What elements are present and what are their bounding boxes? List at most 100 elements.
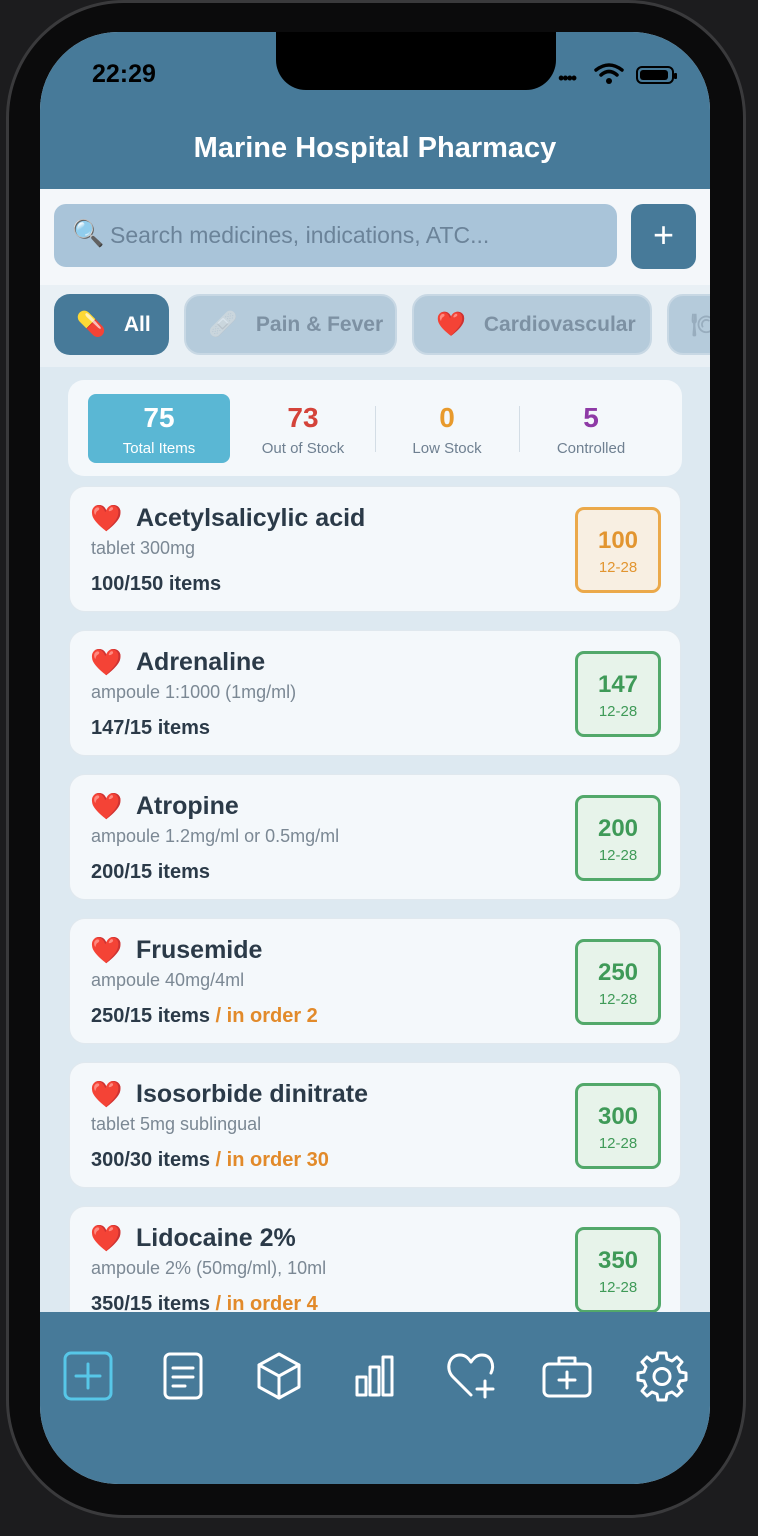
tab-medical-kit[interactable] xyxy=(539,1348,595,1404)
badge-date: 12-28 xyxy=(598,1279,638,1296)
quantity-text: 350/15 items xyxy=(91,1293,210,1312)
filter-chip-label: Cardiovascular xyxy=(483,312,636,336)
wifi-icon xyxy=(594,63,624,84)
search-input[interactable] xyxy=(110,204,605,267)
medicine-name: Adrenaline xyxy=(136,648,266,676)
gear-icon xyxy=(636,1351,688,1402)
medical-kit-icon xyxy=(542,1356,592,1398)
stat-value: 5 xyxy=(583,402,599,433)
medicine-card[interactable]: ❤️ Frusemide ampoule 40mg/4ml 250/15 ite… xyxy=(69,918,681,1044)
badge-value: 300 xyxy=(597,1103,639,1130)
tab-statistics[interactable] xyxy=(347,1348,403,1404)
status-time: 22:29 xyxy=(92,60,156,88)
badge-value: 100 xyxy=(597,527,639,554)
quantity-text: 200/15 items xyxy=(91,861,210,883)
notch xyxy=(276,32,556,90)
search-icon: 🔍 xyxy=(72,218,105,248)
stat-label: Low Stock xyxy=(412,440,482,457)
search-field-container[interactable]: 🔍 xyxy=(54,204,617,267)
medicine-name: Acetylsalicylic acid xyxy=(136,504,366,532)
badge-date: 12-28 xyxy=(598,559,638,576)
badge-date: 12-28 xyxy=(598,991,638,1008)
medicine-quantity: 147/15 items xyxy=(91,717,210,740)
medicine-name: Isosorbide dinitrate xyxy=(136,1080,368,1108)
signal-icon: •••• xyxy=(558,68,577,88)
heart-icon: ❤️ xyxy=(90,647,123,677)
medicine-form: ampoule 2% (50mg/ml), 10ml xyxy=(91,1258,327,1278)
heart-plus-icon xyxy=(447,1353,495,1399)
add-medicine-button[interactable]: + xyxy=(631,204,696,269)
quantity-text: 250/15 items xyxy=(91,1005,210,1027)
medicine-name: Frusemide xyxy=(136,936,263,964)
badge-value: 147 xyxy=(597,671,639,698)
stat-value: 73 xyxy=(287,402,319,433)
order-text: / in order 4 xyxy=(209,1293,318,1312)
category-filter-bar: 💊 All 🩹 Pain & Fever ❤️ Cardiovascular 🍽 xyxy=(40,285,710,367)
plate-icon: 🍽 xyxy=(691,311,710,338)
bar-chart-icon xyxy=(355,1355,394,1397)
medicine-name: Atropine xyxy=(136,792,239,820)
filter-chip-cardiovascular[interactable]: ❤️ Cardiovascular xyxy=(412,294,652,355)
battery-icon xyxy=(636,66,677,84)
stock-badge: 250 12-28 xyxy=(575,939,661,1025)
page-title: Marine Hospital Pharmacy xyxy=(193,132,557,164)
stock-badge: 300 12-28 xyxy=(575,1083,661,1169)
stat-label: Controlled xyxy=(556,440,626,457)
stat-value: 0 xyxy=(439,402,455,433)
filter-chip-pain-fever[interactable]: 🩹 Pain & Fever xyxy=(184,294,397,355)
heart-icon: ❤️ xyxy=(436,311,466,338)
stat-total-items[interactable]: 75 Total Items xyxy=(88,394,230,463)
tab-documents[interactable] xyxy=(155,1348,211,1404)
stat-label: Out of Stock xyxy=(261,440,345,457)
medicine-form: tablet 5mg sublingual xyxy=(91,1114,262,1134)
badge-date: 12-28 xyxy=(598,1135,638,1152)
heart-icon: ❤️ xyxy=(90,503,123,533)
order-text: / in order 2 xyxy=(209,1005,318,1027)
medicine-name: Lidocaine 2% xyxy=(136,1224,296,1252)
bandage-icon: 🩹 xyxy=(208,311,238,338)
document-icon xyxy=(163,1352,203,1400)
filter-chip-all[interactable]: 💊 All xyxy=(54,294,169,355)
medicine-quantity: 350/15 items / in order 4 xyxy=(91,1293,318,1312)
cube-icon xyxy=(257,1352,301,1400)
stats-summary: 75 Total Items 73 Out of Stock 0 Low Sto… xyxy=(68,380,682,476)
tab-add[interactable] xyxy=(60,1348,116,1404)
medicine-quantity: 250/15 items / in order 2 xyxy=(91,1005,318,1028)
medicine-form: tablet 300mg xyxy=(91,538,196,558)
medicine-card[interactable]: ❤️ Acetylsalicylic acid tablet 300mg 100… xyxy=(69,486,681,612)
badge-date: 12-28 xyxy=(598,847,638,864)
filter-chip-label: All xyxy=(123,312,151,336)
app-screen: 22:29 •••• Marine Hospital Pharmacy 🔍 + … xyxy=(40,32,710,1484)
badge-value: 250 xyxy=(597,959,639,986)
medicine-list: 75 Total Items 73 Out of Stock 0 Low Sto… xyxy=(40,367,710,1312)
medicine-card[interactable]: ❤️ Lidocaine 2% ampoule 2% (50mg/ml), 10… xyxy=(69,1206,681,1312)
tab-health[interactable] xyxy=(444,1348,500,1404)
stock-badge: 147 12-28 xyxy=(575,651,661,737)
badge-date: 12-28 xyxy=(598,703,638,720)
stat-controlled[interactable]: 5 Controlled xyxy=(520,394,662,463)
filter-chip-more[interactable]: 🍽 xyxy=(667,294,710,355)
medicine-quantity: 300/30 items / in order 30 xyxy=(91,1149,329,1172)
stock-badge: 350 12-28 xyxy=(575,1227,661,1312)
stat-value: 75 xyxy=(143,402,175,433)
stat-out-of-stock[interactable]: 73 Out of Stock xyxy=(232,394,374,463)
quantity-text: 147/15 items xyxy=(91,717,210,739)
badge-value: 200 xyxy=(597,815,639,842)
search-bar: 🔍 + xyxy=(40,189,710,285)
medicine-quantity: 100/150 items xyxy=(91,573,221,596)
medicine-card[interactable]: ❤️ Isosorbide dinitrate tablet 5mg subli… xyxy=(69,1062,681,1188)
stat-low-stock[interactable]: 0 Low Stock xyxy=(376,394,518,463)
plus-square-icon xyxy=(63,1351,113,1401)
tab-settings[interactable] xyxy=(634,1348,690,1404)
medicine-card[interactable]: ❤️ Adrenaline ampoule 1:1000 (1mg/ml) 14… xyxy=(69,630,681,756)
medicine-form: ampoule 1:1000 (1mg/ml) xyxy=(91,682,297,702)
stat-label: Total Items xyxy=(122,440,196,457)
order-text: / in order 30 xyxy=(209,1149,329,1171)
filter-chip-label: Pain & Fever xyxy=(255,312,384,336)
heart-icon: ❤️ xyxy=(90,791,123,821)
stock-badge: 200 12-28 xyxy=(575,795,661,881)
tab-inventory[interactable] xyxy=(251,1348,307,1404)
quantity-text: 100/150 items xyxy=(91,573,222,595)
medicine-card[interactable]: ❤️ Atropine ampoule 1.2mg/ml or 0.5mg/ml… xyxy=(69,774,681,900)
heart-icon: ❤️ xyxy=(90,935,123,965)
